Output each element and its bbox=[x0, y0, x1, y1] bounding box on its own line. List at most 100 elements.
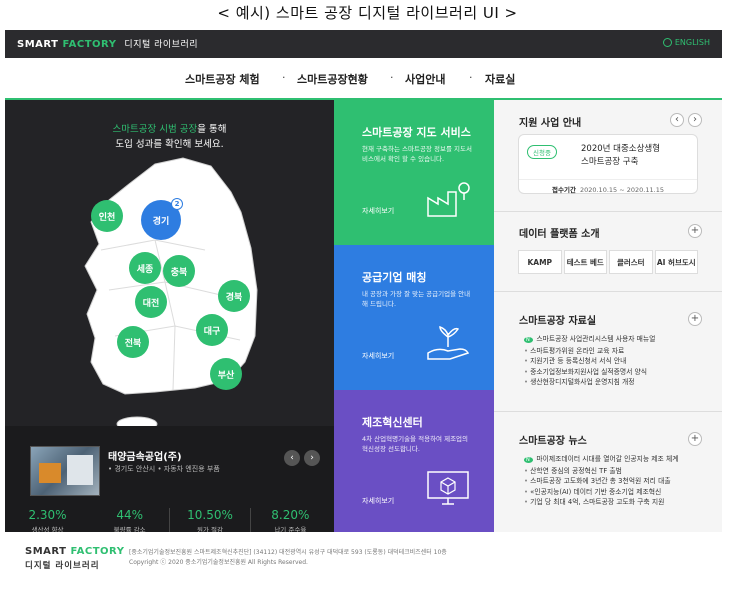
platform-item-cluster[interactable]: 클러스터 bbox=[609, 250, 653, 274]
region-label: 대구 bbox=[203, 326, 221, 337]
region-label: 경기 bbox=[152, 216, 170, 227]
list-item[interactable]: 생산현장디지털화사업 운영지침 개정 bbox=[524, 377, 655, 388]
prev-arrow-icon[interactable]: ‹ bbox=[284, 450, 300, 466]
platform-title: 데이터 플랫폼 소개 bbox=[519, 229, 600, 240]
nav-separator: · bbox=[390, 71, 394, 84]
language-toggle[interactable]: ENGLISH bbox=[662, 38, 710, 47]
company-pager: ‹ › bbox=[284, 450, 320, 466]
footer-logo-factory: FACTORY bbox=[70, 546, 125, 557]
logo-factory: FACTORY bbox=[62, 39, 117, 50]
status-badge: 신청중 bbox=[527, 145, 557, 159]
stat-value: 2.30% bbox=[28, 508, 67, 522]
card-more-link[interactable]: 자세히보기 bbox=[362, 496, 394, 506]
company-showcase: 태양금속공업(주) • 경기도 안산시 • 자동차 엔진용 부품 ‹ › 2.3… bbox=[5, 426, 334, 532]
region-chungbuk[interactable]: 충북 bbox=[163, 255, 195, 287]
list-item[interactable]: 스마트공장 고도화에 3년간 총 3천억원 저리 대출 bbox=[524, 476, 678, 487]
region-daegu[interactable]: 대구 bbox=[196, 314, 228, 346]
list-item[interactable]: 스마트평가위원 온라인 교육 자료 bbox=[524, 346, 655, 357]
support-period-value: 2020.10.15 ~ 2020.11.15 bbox=[579, 186, 664, 194]
region-gyeonggi[interactable]: 경기 2 bbox=[141, 198, 183, 240]
stat-label: 불량률 감소 bbox=[113, 526, 146, 532]
region-incheon[interactable]: 인천 bbox=[91, 200, 123, 232]
next-arrow-icon[interactable]: › bbox=[304, 450, 320, 466]
nav-item-status[interactable]: 스마트공장현황 bbox=[297, 71, 368, 87]
library-list: 스마트공장 사업관리시스템 사용자 매뉴얼 스마트평가위원 온라인 교육 자료 … bbox=[524, 334, 655, 388]
region-label: 인천 bbox=[98, 212, 116, 223]
list-item[interactable]: 스마트공장 사업관리시스템 사용자 매뉴얼 bbox=[524, 334, 655, 346]
platform-tabs: KAMP 테스트 베드 클러스터 AI 허브도시 bbox=[518, 250, 698, 274]
platform-item-kamp[interactable]: KAMP bbox=[518, 250, 562, 274]
list-item[interactable]: 마이제조데이터 시대를 열어갈 인공지능 제조 체계 bbox=[524, 454, 678, 466]
globe-icon bbox=[662, 38, 672, 47]
footer-logo[interactable]: SMART FACTORY 디지털 라이브러리 bbox=[25, 546, 124, 571]
stat-label: 납기 준수율 bbox=[274, 526, 307, 532]
card-title: 제조혁신센터 bbox=[362, 416, 423, 429]
footer-info: [중소기업기술정보진흥원 스마트제조혁신추진단] (34112) 대전광역시 유… bbox=[129, 548, 447, 568]
page-caption: < 예시) 스마트 공장 디지털 라이브러리 UI > bbox=[217, 4, 518, 22]
nav-separator: · bbox=[282, 71, 286, 84]
main-nav: 스마트공장 체험 · 스마트공장현황 · 사업안내 · 자료실 bbox=[5, 58, 722, 100]
stat-item: 8.20% 납기 준수율 bbox=[249, 508, 330, 532]
nav-item-experience[interactable]: 스마트공장 체험 bbox=[185, 71, 260, 87]
monitor-cube-icon bbox=[427, 471, 469, 505]
nav-separator: · bbox=[469, 71, 473, 84]
stat-value: 10.50% bbox=[187, 508, 233, 522]
footer-address: [중소기업기술정보진흥원 스마트제조혁신추진단] (34112) 대전광역시 유… bbox=[129, 549, 447, 556]
region-count-badge: 2 bbox=[171, 198, 183, 210]
card-map-service[interactable]: 스마트공장 지도 서비스 현재 구축하는 스마트공장 정보를 지도서비스에서 확… bbox=[334, 100, 494, 245]
list-item[interactable]: 지원기관 등 등록신청서 서식 안내 bbox=[524, 356, 655, 367]
site-logo[interactable]: SMART FACTORY 디지털 라이브러리 bbox=[17, 37, 198, 50]
news-list: 마이제조데이터 시대를 열어갈 인공지능 제조 체계 산학연 중심의 공정혁신 … bbox=[524, 454, 678, 508]
region-label: 부산 bbox=[217, 370, 235, 381]
support-card[interactable]: 신청중 2020년 대중소상생형 스마트공장 구축 접수기간 2020.10.15… bbox=[518, 134, 698, 194]
support-name-line1: 2020년 대중소상생형 bbox=[581, 144, 661, 154]
list-item[interactable]: 기업 당 최대 4억, 스마트공장 고도화 구축 지원 bbox=[524, 497, 678, 508]
company-photo bbox=[30, 446, 100, 496]
stat-label: 생산성 향상 bbox=[31, 526, 64, 532]
region-label: 충북 bbox=[170, 267, 188, 278]
footer-copyright: Copyright ⓒ 2020 중소기업기술정보진흥원 All Rights … bbox=[129, 559, 308, 566]
hand-plant-icon bbox=[427, 325, 470, 360]
support-name-line2: 스마트공장 구축 bbox=[581, 157, 639, 167]
library-more-icon[interactable]: + bbox=[688, 312, 702, 326]
platform-item-ai-hub[interactable]: AI 허브도시 bbox=[654, 250, 698, 274]
factory-location-icon bbox=[427, 182, 470, 217]
region-busan[interactable]: 부산 bbox=[210, 358, 242, 390]
language-label: ENGLISH bbox=[674, 38, 710, 47]
card-supplier-matching[interactable]: 공급기업 매칭 내 공장과 가장 잘 맞는 공급기업을 안내해 드립니다. 자세… bbox=[334, 245, 494, 390]
support-next-icon[interactable]: › bbox=[688, 113, 702, 127]
region-daejeon[interactable]: 대전 bbox=[135, 286, 167, 318]
list-item[interactable]: 중소기업정보화지원사업 실적증명서 양식 bbox=[524, 367, 655, 378]
news-more-icon[interactable]: + bbox=[688, 432, 702, 446]
support-prev-icon[interactable]: ‹ bbox=[670, 113, 684, 127]
region-jeonbuk[interactable]: 전북 bbox=[117, 326, 149, 358]
support-title: 지원 사업 안내 bbox=[519, 118, 582, 129]
top-bar: SMART FACTORY 디지털 라이브러리 ENGLISH bbox=[5, 30, 722, 58]
region-gyeongbuk[interactable]: 경북 bbox=[218, 280, 250, 312]
region-sejong[interactable]: 세종 bbox=[129, 252, 161, 284]
platform-more-icon[interactable]: + bbox=[688, 224, 702, 238]
region-label: 전북 bbox=[124, 338, 142, 349]
card-innovation-center[interactable]: 제조혁신센터 4차 산업혁명기술을 적용하여 제조업의 혁신성장 선도합니다. … bbox=[334, 390, 494, 532]
machine-shape bbox=[39, 463, 61, 483]
list-item[interactable]: 산학연 중심의 공정혁신 TF 출범 bbox=[524, 466, 678, 477]
nav-item-business[interactable]: 사업안내 bbox=[405, 71, 445, 87]
stat-item: 44% 불량률 감소 bbox=[90, 508, 169, 532]
card-title: 공급기업 매칭 bbox=[362, 271, 427, 284]
footer-logo-smart: SMART bbox=[25, 546, 67, 557]
news-section: 스마트공장 뉴스 + 마이제조데이터 시대를 열어갈 인공지능 제조 체계 산학… bbox=[494, 412, 722, 532]
card-more-link[interactable]: 자세히보기 bbox=[362, 206, 394, 216]
region-label: 세종 bbox=[136, 264, 154, 275]
stat-value: 44% bbox=[116, 508, 143, 522]
company-stats: 44% 불량률 감소 10.50% 원가 절감 8.20% 납기 준수율 bbox=[90, 508, 330, 532]
logo-sub: 디지털 라이브러리 bbox=[124, 40, 199, 50]
right-column: 지원 사업 안내 ‹ › 신청중 2020년 대중소상생형 스마트공장 구축 접… bbox=[494, 100, 722, 532]
company-name: 태양금속공업(주) bbox=[108, 452, 182, 463]
machine-shape bbox=[67, 455, 93, 485]
map-panel: 스마트공장 시범 공장을 통해 도입 성과를 확인해 보세요. 인천 경기 2 … bbox=[5, 100, 334, 532]
nav-item-library[interactable]: 자료실 bbox=[485, 71, 515, 87]
platform-item-testbed[interactable]: 테스트 베드 bbox=[563, 250, 607, 274]
stat-value: 8.20% bbox=[271, 508, 310, 522]
list-item[interactable]: «인공지능(AI) 데이터 기반 중소기업 제조혁신 bbox=[524, 487, 678, 498]
card-more-link[interactable]: 자세히보기 bbox=[362, 351, 394, 361]
